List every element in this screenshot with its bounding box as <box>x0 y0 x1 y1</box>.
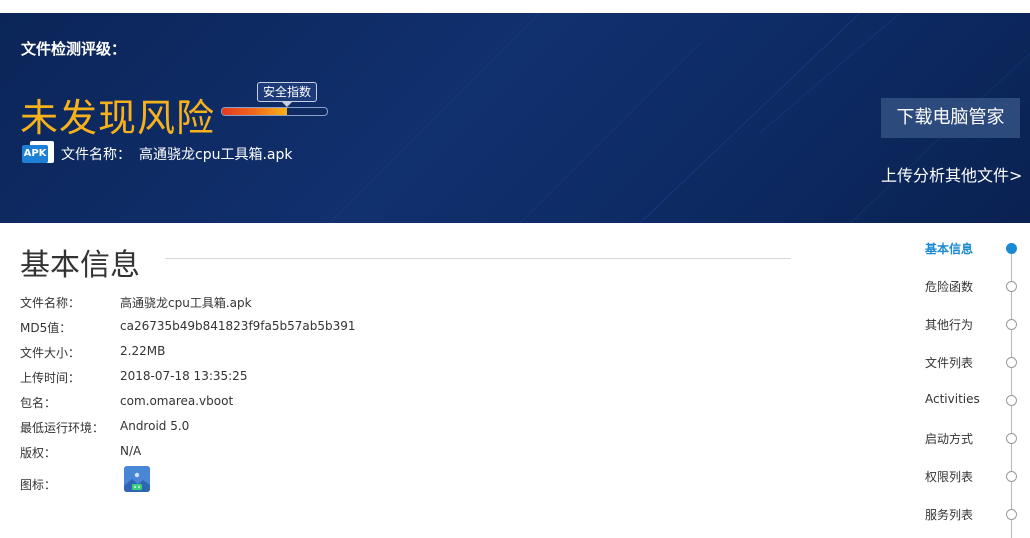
safety-index-fill <box>222 108 288 115</box>
info-value: ca26735b49b841823f9fa5b57ab5b391 <box>120 319 356 333</box>
result-banner: 文件检测评级： 未发现风险 安全指数 APK 文件名称： 高通骁龙cpu工具箱.a… <box>0 13 1030 223</box>
top-strip <box>0 0 1030 13</box>
info-value: com.omarea.vboot <box>120 394 234 408</box>
side-nav-basic-info[interactable]: 基本信息 <box>925 240 973 257</box>
side-nav-dangerous-functions[interactable]: 危险函数 <box>925 278 973 295</box>
info-key: 最低运行环境： <box>20 421 105 435</box>
info-key: 图标： <box>20 478 57 492</box>
info-key: 包名： <box>20 396 57 410</box>
file-name-line: 文件名称： 高通骁龙cpu工具箱.apk <box>61 144 292 164</box>
info-value: Android 5.0 <box>120 419 190 433</box>
side-nav-startup-methods[interactable]: 启动方式 <box>925 430 973 447</box>
side-nav-activities[interactable]: Activities <box>925 392 980 406</box>
apk-badge: APK <box>22 145 48 163</box>
info-key: 版权： <box>20 446 57 460</box>
side-nav-dot[interactable] <box>1006 471 1017 482</box>
side-nav-dot[interactable] <box>1006 281 1017 292</box>
side-nav-dot[interactable] <box>1006 433 1017 444</box>
info-value: 2018-07-18 13:35:25 <box>120 369 248 383</box>
side-nav-other-behavior[interactable]: 其他行为 <box>925 316 973 333</box>
info-key: 文件名称： <box>20 296 81 310</box>
side-nav-dot[interactable] <box>1006 509 1017 520</box>
section-title: 基本信息 <box>20 248 140 283</box>
side-nav-dot[interactable] <box>1006 395 1017 406</box>
info-key: MD5值： <box>20 321 72 335</box>
apk-file-icon: APK <box>22 141 54 167</box>
app-image-icon <box>124 466 150 492</box>
download-pc-manager-button[interactable]: 下载电脑管家 <box>881 98 1020 138</box>
risk-verdict: 未发现风险 <box>20 96 216 140</box>
file-name-value: 高通骁龙cpu工具箱.apk <box>139 147 293 163</box>
safety-index-tag: 安全指数 <box>257 82 318 107</box>
info-value: 高通骁龙cpu工具箱.apk <box>120 296 252 310</box>
info-key: 文件大小： <box>20 346 81 360</box>
side-nav-service-list[interactable]: 服务列表 <box>925 506 973 523</box>
side-nav-dot-active[interactable] <box>1006 243 1017 254</box>
side-nav-file-list[interactable]: 文件列表 <box>925 354 973 371</box>
info-key: 上传时间： <box>20 371 81 385</box>
file-name-label: 文件名称： <box>61 147 131 163</box>
side-nav-dot[interactable] <box>1006 357 1017 368</box>
side-nav-permission-list[interactable]: 权限列表 <box>925 468 973 485</box>
side-nav-dot[interactable] <box>1006 319 1017 330</box>
section-divider <box>165 258 791 259</box>
info-value: N/A <box>120 444 142 458</box>
rating-label: 文件检测评级： <box>21 40 127 58</box>
info-value: 2.22MB <box>120 344 166 358</box>
upload-other-file-link[interactable]: 上传分析其他文件> <box>881 162 1022 186</box>
safety-index-meter <box>221 107 328 116</box>
